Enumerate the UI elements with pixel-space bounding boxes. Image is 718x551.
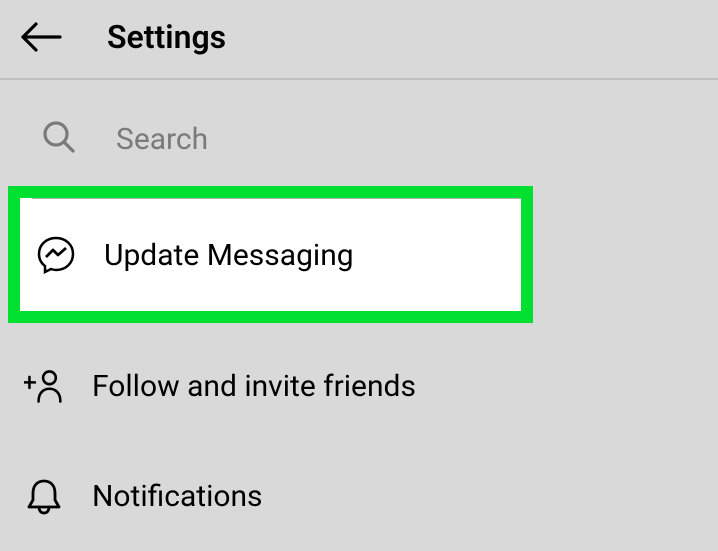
back-button[interactable] [20,22,62,52]
add-person-icon [22,366,66,406]
menu-item-notifications[interactable]: Notifications [0,441,718,551]
menu-label: Follow and invite friends [92,369,416,404]
search-placeholder: Search [116,122,208,157]
menu-label: Notifications [92,479,263,514]
menu-item-update-messaging[interactable]: Update Messaging [20,199,521,311]
search-row[interactable]: Search [0,80,718,178]
highlight-callout: Update Messaging [8,186,533,323]
page-title: Settings [107,18,226,56]
search-icon [42,120,76,158]
messenger-icon [34,235,78,275]
header: Settings [0,0,718,78]
menu-item-follow-invite[interactable]: Follow and invite friends [0,331,718,441]
menu-label: Update Messaging [104,238,354,273]
bell-icon [22,476,66,516]
arrow-left-icon [20,22,62,52]
